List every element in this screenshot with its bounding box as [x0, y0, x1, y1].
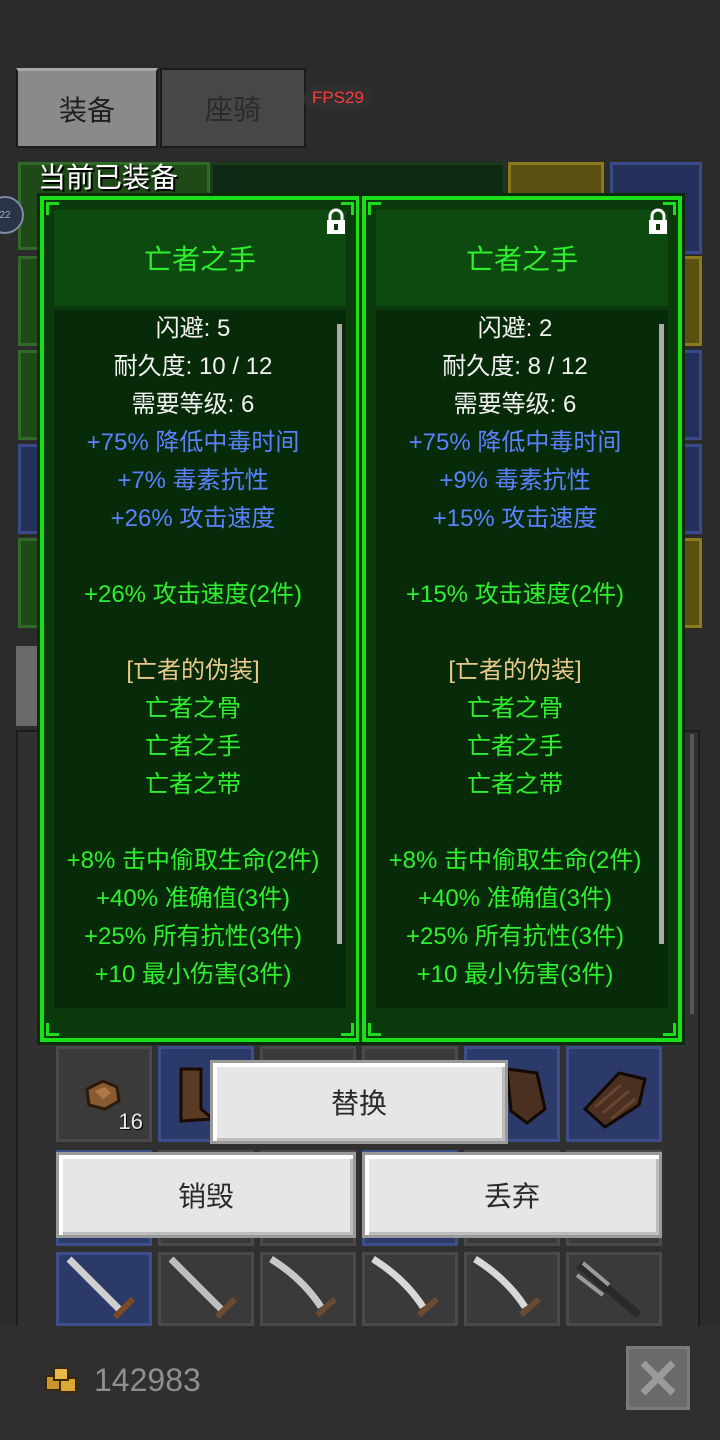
inventory-slot-gloves[interactable]	[566, 1046, 662, 1142]
card-corner	[663, 1023, 676, 1036]
stat-spacer	[54, 614, 332, 652]
stat-line: 亡者之骨	[467, 695, 563, 722]
destroy-button-label: 销毁	[177, 1181, 234, 1212]
stats-list: 闪避: 2 耐久度: 8 / 12 需要等级: 6 +75% 降低中毒时间 +9% 毒素…	[376, 310, 654, 994]
card-corner	[341, 1023, 354, 1036]
stat-line: +40% 准确值(3件)	[417, 885, 613, 912]
stat-line: +9% 毒素抗性	[439, 467, 591, 494]
stat-spacer	[376, 614, 654, 652]
stat-line: +10 最小伤害(3件)	[94, 961, 292, 988]
item-count: 16	[118, 1109, 143, 1134]
sword-icon	[473, 1256, 541, 1318]
stat-line: 亡者之骨	[145, 695, 241, 722]
inventory-slot-sword[interactable]	[464, 1252, 560, 1326]
stat-line: +75% 降低中毒时间	[86, 429, 300, 456]
stat-line: +26% 攻击速度	[110, 505, 276, 532]
lock-icon[interactable]	[324, 208, 348, 236]
stat-line: +26% 攻击速度(2件)	[83, 581, 303, 608]
stats-scrollbar[interactable]	[337, 324, 342, 944]
stat-spacer	[376, 538, 654, 576]
stat-line: 闪避: 2	[477, 315, 553, 342]
stat-spacer	[376, 804, 654, 842]
sword-icon	[66, 1256, 136, 1320]
destroy-button[interactable]: 销毁	[56, 1152, 356, 1238]
sub-tab[interactable]	[16, 646, 38, 726]
stat-line: 耐久度: 10 / 12	[113, 353, 273, 380]
inventory-slot-sword[interactable]	[56, 1252, 152, 1326]
item-name: 亡者之手	[54, 210, 346, 306]
item-tooltip-compare: 亡者之手 闪避: 2 耐久度: 8 / 12 需要等级: 6 +75% 降低中毒时间 +…	[362, 196, 682, 1042]
stat-line: [亡者的伪装]	[448, 657, 582, 684]
trident-icon	[575, 1261, 642, 1319]
replace-button[interactable]: 替换	[210, 1060, 508, 1144]
inventory-slot-trident[interactable]	[566, 1252, 662, 1326]
sword-icon	[269, 1256, 337, 1318]
close-button[interactable]	[626, 1346, 690, 1410]
stat-line: 亡者之带	[467, 771, 563, 798]
stat-line: 需要等级: 6	[453, 391, 577, 418]
stat-line: 闪避: 5	[155, 315, 231, 342]
stat-line: 耐久度: 8 / 12	[442, 353, 588, 380]
stat-line: +15% 攻击速度	[432, 505, 598, 532]
gold-amount: 142983	[94, 1362, 201, 1398]
section-title: 当前已装备	[38, 162, 179, 193]
stat-line: +40% 准确值(3件)	[95, 885, 291, 912]
stat-line: 亡者之带	[145, 771, 241, 798]
stat-line: [亡者的伪装]	[126, 657, 260, 684]
stat-spacer	[54, 804, 332, 842]
inventory-slot-sword[interactable]	[158, 1252, 254, 1326]
item-name: 亡者之手	[376, 210, 668, 306]
stat-line: +15% 攻击速度(2件)	[405, 581, 625, 608]
card-corner	[368, 1023, 381, 1036]
sword-icon	[371, 1256, 439, 1318]
tab-equipment[interactable]: 装备	[16, 68, 158, 148]
discard-button[interactable]: 丢弃	[362, 1152, 662, 1238]
inventory-slot-ore[interactable]: 16	[56, 1046, 152, 1142]
stat-line: +25% 所有抗性(3件)	[83, 923, 303, 950]
stats-panel: 闪避: 5 耐久度: 10 / 12 需要等级: 6 +75% 降低中毒时间 +7% 毒…	[54, 310, 346, 1008]
stat-line: 亡者之手	[145, 733, 241, 760]
stat-line: +25% 所有抗性(3件)	[405, 923, 625, 950]
stat-line: +75% 降低中毒时间	[408, 429, 622, 456]
stat-line: 需要等级: 6	[131, 391, 255, 418]
stat-line: +8% 击中偷取生命(2件)	[388, 847, 642, 874]
gloves-icon	[582, 1071, 647, 1129]
item-tooltip-equipped: 亡者之手 闪避: 5 耐久度: 10 / 12 需要等级: 6 +75% 降低中毒时间…	[40, 196, 360, 1042]
stats-panel: 闪避: 2 耐久度: 8 / 12 需要等级: 6 +75% 降低中毒时间 +9% 毒素…	[376, 310, 668, 1008]
card-corner	[46, 1023, 59, 1036]
stat-line: +10 最小伤害(3件)	[416, 961, 614, 988]
tab-mount[interactable]: 座骑	[160, 68, 306, 148]
tab-equipment-label: 装备	[58, 94, 115, 126]
inventory-scrollbar[interactable]	[690, 734, 694, 1014]
gold-icon	[45, 1367, 77, 1393]
lock-icon[interactable]	[646, 208, 670, 236]
close-icon	[640, 1360, 676, 1396]
tab-mount-label: 座骑	[204, 94, 261, 125]
stats-scrollbar[interactable]	[659, 324, 664, 944]
stat-line: 亡者之手	[467, 733, 563, 760]
fps-counter: FPS29	[304, 86, 372, 110]
inventory-slot-sword[interactable]	[362, 1252, 458, 1326]
sword-icon	[168, 1256, 238, 1320]
replace-button-label: 替换	[330, 1088, 387, 1119]
stat-spacer	[54, 538, 332, 576]
stats-list: 闪避: 5 耐久度: 10 / 12 需要等级: 6 +75% 降低中毒时间 +7% 毒…	[54, 310, 332, 994]
inventory-slot-sword[interactable]	[260, 1252, 356, 1326]
discard-button-label: 丢弃	[483, 1181, 540, 1212]
stat-line: +7% 毒素抗性	[117, 467, 269, 494]
stat-line: +8% 击中偷取生命(2件)	[66, 847, 320, 874]
